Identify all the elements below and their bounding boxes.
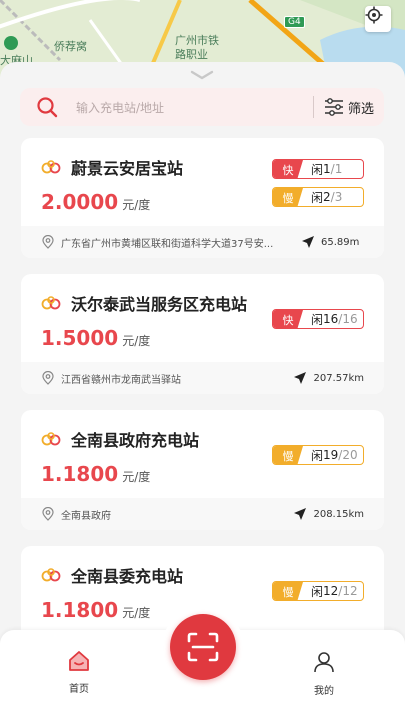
station-price: 1.5000 元/度: [41, 326, 150, 350]
price-value: 1.5000: [41, 326, 119, 350]
free-count: 2: [323, 190, 331, 204]
map-label: 侨荐窝: [54, 40, 87, 53]
map-label: 路职业: [175, 48, 208, 61]
filter-button[interactable]: 筛选: [314, 98, 384, 117]
location-pin-icon: [42, 371, 54, 385]
station-address-row[interactable]: 广东省广州市黄埔区联和街道科学大道37号安... 65.89m: [21, 226, 384, 258]
availability-count: 闲 16/16: [303, 310, 363, 328]
station-name: 全南县委充电站: [71, 567, 184, 586]
availability-tags: 快 闲 1/1 慢 闲 2/3: [272, 159, 364, 215]
station-card-main: 蔚景云安居宝站 2.0000 元/度 快 闲 1/1 慢 闲 2/3: [21, 138, 384, 226]
charger-type: 慢: [273, 582, 303, 600]
free-label: 闲: [311, 190, 324, 205]
total-count: /1: [330, 162, 343, 176]
station-address: 广东省广州市黄埔区联和街道科学大道37号安...: [61, 238, 274, 250]
station-card-main: 沃尔泰武当服务区充电站 1.5000 元/度 快 闲 16/16: [21, 274, 384, 362]
availability-count: 闲 2/3: [303, 188, 363, 206]
price-value: 1.1800: [41, 598, 119, 622]
station-price: 1.1800 元/度: [41, 462, 150, 486]
search-bar[interactable]: 输入充电站/地址 筛选: [20, 88, 384, 126]
availability-tag: 慢 闲 19/20: [272, 445, 364, 465]
total-count: /16: [338, 312, 358, 326]
availability-tags: 快 闲 16/16: [272, 309, 364, 337]
station-price: 2.0000 元/度: [41, 190, 150, 214]
locate-button[interactable]: [365, 6, 391, 32]
station-logo-icon: [41, 160, 61, 174]
search-input[interactable]: 输入充电站/地址: [76, 99, 313, 116]
free-label: 闲: [311, 162, 324, 177]
station-address-row[interactable]: 江西省赣州市龙南武当驿站 207.57km: [21, 362, 384, 394]
price-unit: 元/度: [122, 198, 151, 212]
distance-value: 207.57km: [313, 372, 364, 384]
locate-icon: [365, 6, 383, 24]
station-name: 沃尔泰武当服务区充电站: [71, 295, 248, 314]
price-value: 2.0000: [41, 190, 119, 214]
station-logo-icon: [41, 296, 61, 310]
station-card[interactable]: 蔚景云安居宝站 2.0000 元/度 快 闲 1/1 慢 闲 2/3 广东省广州…: [21, 138, 384, 258]
station-address: 江西省赣州市龙南武当驿站: [61, 374, 181, 386]
station-distance[interactable]: 207.57km: [293, 371, 364, 385]
station-address: 全南县政府: [61, 510, 111, 522]
charger-type: 慢: [273, 188, 303, 206]
nav-mine[interactable]: 我的: [294, 650, 354, 697]
price-unit: 元/度: [122, 334, 151, 348]
total-count: /3: [330, 190, 343, 204]
location-pin-icon: [42, 235, 54, 249]
free-label: 闲: [311, 448, 324, 463]
station-name: 蔚景云安居宝站: [71, 159, 184, 178]
filter-icon: [324, 98, 343, 116]
distance-value: 208.15km: [313, 508, 364, 520]
total-count: /20: [338, 448, 358, 462]
availability-tag: 快 闲 1/1: [272, 159, 364, 179]
free-count: 12: [323, 584, 339, 598]
charger-type: 快: [273, 310, 303, 328]
search-icon: [37, 97, 58, 118]
availability-count: 闲 12/12: [303, 582, 363, 600]
availability-tags: 慢 闲 19/20: [272, 445, 364, 473]
availability-tag: 慢 闲 12/12: [272, 581, 364, 601]
station-card-main: 全南县政府充电站 1.1800 元/度 慢 闲 19/20: [21, 410, 384, 498]
availability-tags: 慢 闲 12/12: [272, 581, 364, 609]
home-icon: [69, 651, 89, 671]
station-logo-icon: [41, 568, 61, 582]
scan-button[interactable]: [170, 614, 236, 680]
nav-home-label: 首页: [69, 684, 89, 695]
scan-icon: [187, 632, 219, 662]
chevron-down-icon[interactable]: [190, 70, 214, 80]
free-count: 19: [323, 448, 339, 462]
navigate-arrow-icon: [294, 508, 307, 520]
nav-home[interactable]: 首页: [49, 650, 109, 695]
price-unit: 元/度: [122, 606, 151, 620]
total-count: /12: [338, 584, 358, 598]
station-card[interactable]: 全南县政府充电站 1.1800 元/度 慢 闲 19/20 全南县政府 208.…: [21, 410, 384, 530]
availability-count: 闲 19/20: [303, 446, 363, 464]
station-logo-icon: [41, 432, 61, 446]
availability-tag: 快 闲 16/16: [272, 309, 364, 329]
navigate-arrow-icon: [294, 372, 307, 384]
station-card[interactable]: 沃尔泰武当服务区充电站 1.5000 元/度 快 闲 16/16 江西省赣州市龙南: [21, 274, 384, 394]
free-count: 16: [323, 312, 339, 326]
price-unit: 元/度: [122, 470, 151, 484]
availability-tag: 慢 闲 2/3: [272, 187, 364, 207]
station-name: 全南县政府充电站: [71, 431, 200, 450]
station-price: 1.1800 元/度: [41, 598, 150, 622]
charger-type: 慢: [273, 446, 303, 464]
nav-mine-label: 我的: [314, 686, 334, 697]
user-icon: [314, 652, 334, 673]
road-badge: G4: [284, 16, 305, 28]
free-count: 1: [323, 162, 331, 176]
charger-type: 快: [273, 160, 303, 178]
price-value: 1.1800: [41, 462, 119, 486]
station-distance[interactable]: 208.15km: [293, 507, 364, 521]
station-address-row[interactable]: 全南县政府 208.15km: [21, 498, 384, 530]
navigate-arrow-icon: [302, 236, 314, 248]
availability-count: 闲 1/1: [303, 160, 363, 178]
filter-label: 筛选: [347, 101, 374, 117]
distance-value: 65.89m: [321, 236, 360, 248]
station-distance[interactable]: 65.89m: [301, 235, 359, 249]
free-label: 闲: [311, 312, 324, 327]
free-label: 闲: [311, 584, 324, 599]
location-pin-icon: [42, 507, 54, 521]
